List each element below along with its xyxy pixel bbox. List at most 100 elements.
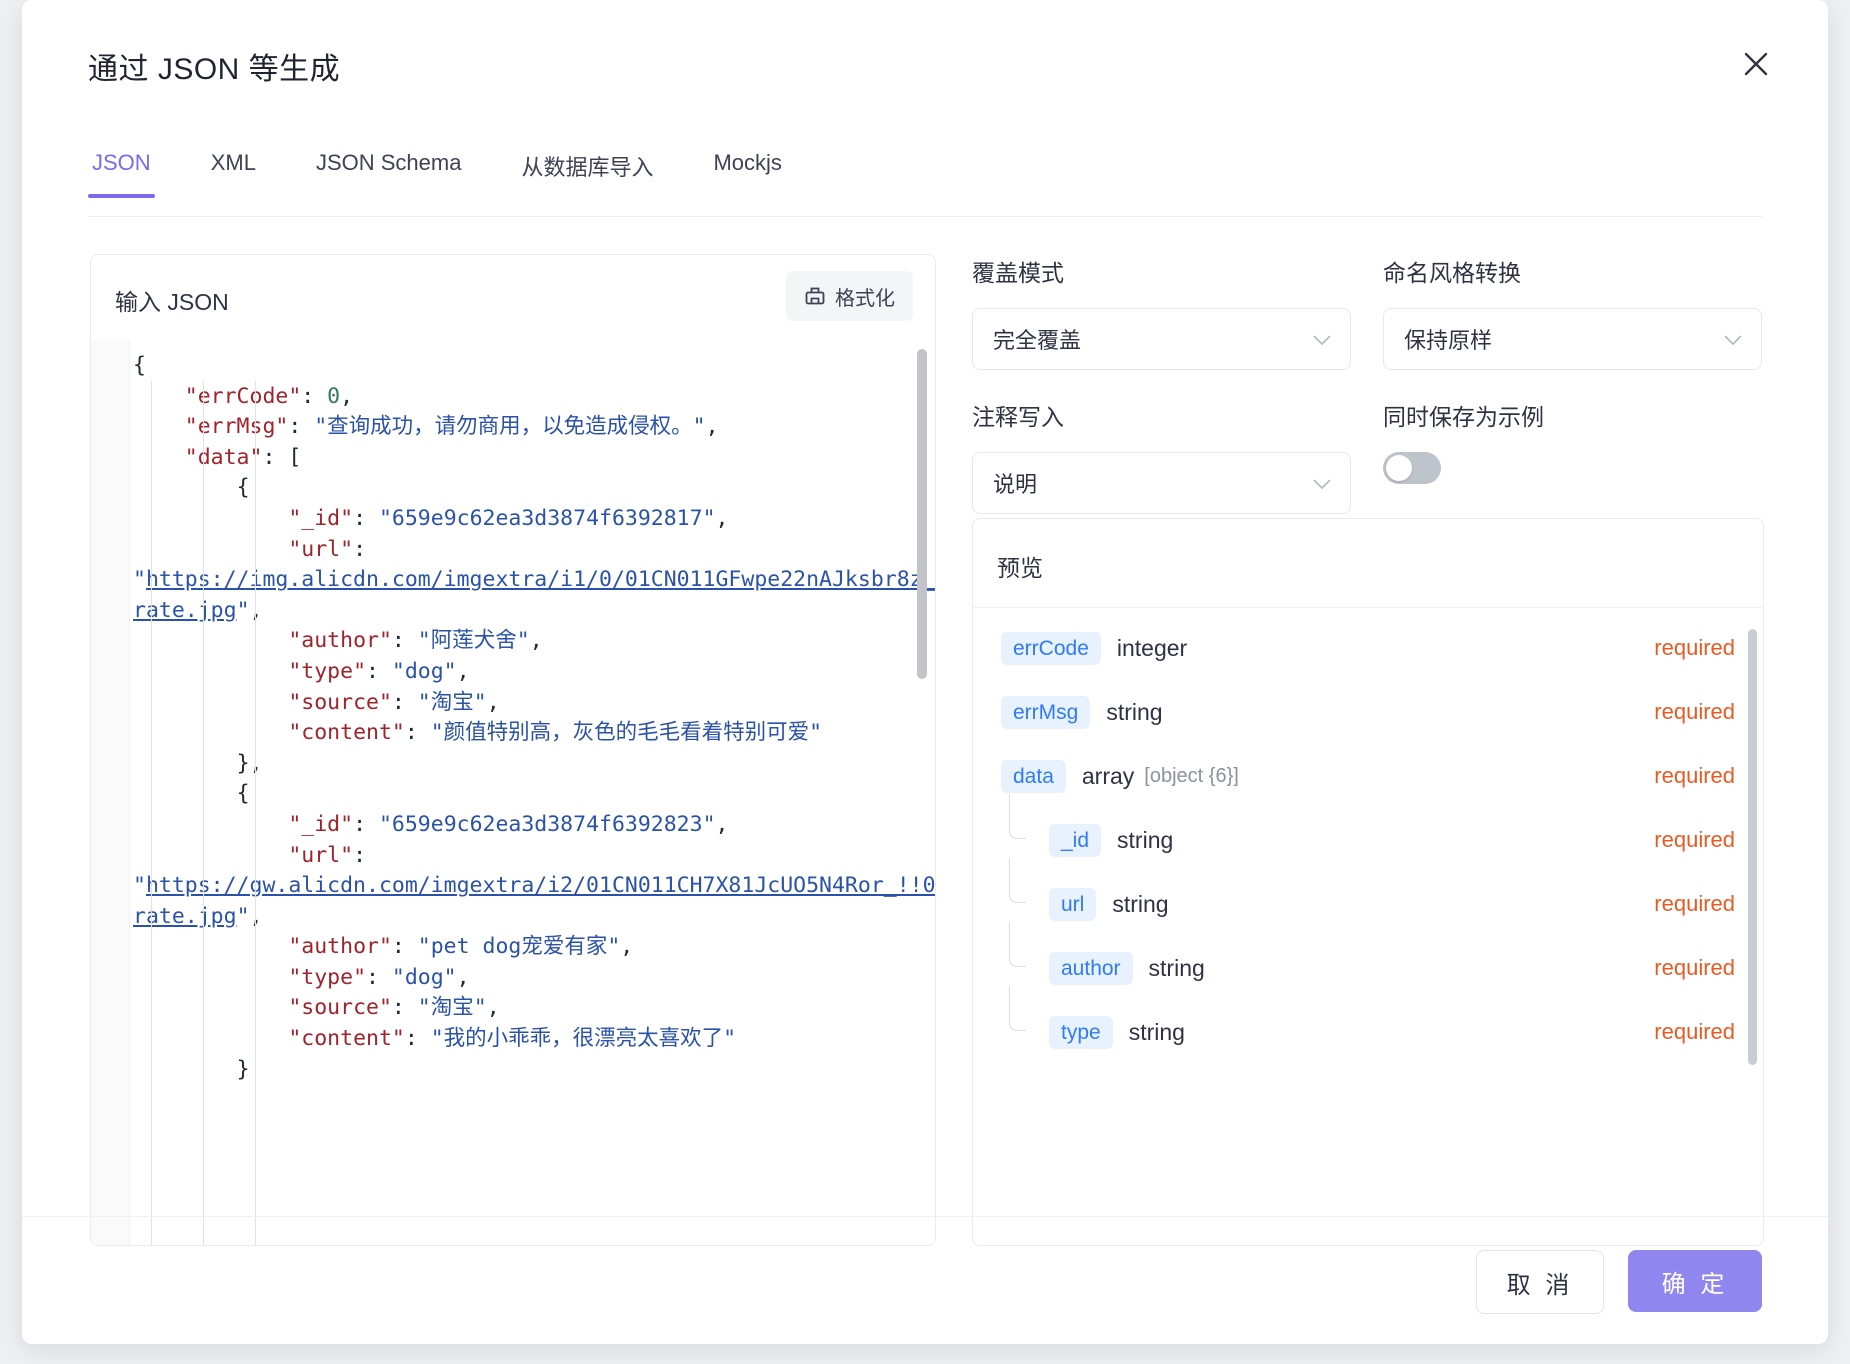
json-code-editor[interactable]: { "errCode": 0, "errMsg": "查询成功，请勿商用，以免造…: [91, 341, 935, 1245]
code-token: ,: [715, 811, 729, 837]
tab-xml[interactable]: XML: [207, 150, 260, 198]
indent-guide: [203, 381, 204, 1245]
schema-required-badge: required: [1654, 955, 1735, 980]
code-token: "颜值特别高，灰色的毛毛看着特别可爱": [430, 720, 823, 746]
code-scrollbar-thumb[interactable]: [917, 349, 927, 679]
indent-guide: [255, 381, 256, 1245]
chevron-down-icon: [1312, 326, 1332, 352]
schema-field-type: string: [1112, 890, 1169, 917]
code-token: "source": [288, 689, 392, 715]
code-token: :: [391, 934, 418, 960]
overwrite-mode-value: 完全覆盖: [993, 328, 1082, 353]
code-token: ,: [705, 414, 719, 440]
json-input-label: 输入 JSON: [115, 289, 229, 315]
code-token: "淘宝": [417, 995, 487, 1021]
json-input-card: 输入 JSON 格式化 { "errCode": 0, "errMsg": "查…: [90, 254, 936, 1246]
code-content[interactable]: { "errCode": 0, "errMsg": "查询成功，请勿商用，以免造…: [129, 341, 935, 1245]
code-token: ,: [456, 964, 470, 990]
code-token: "_id": [288, 505, 354, 531]
comment-write-select[interactable]: 说明: [972, 452, 1351, 514]
code-token: }: [236, 1056, 250, 1082]
code-token: ,: [456, 658, 470, 684]
schema-field-name: url: [1049, 887, 1097, 921]
save-as-example-toggle[interactable]: [1383, 452, 1441, 484]
tree-connector-icon: [1001, 986, 1049, 1064]
schema-row[interactable]: author string required: [973, 922, 1763, 1000]
code-line: "content": "颜值特别高，灰色的毛毛看着特别可爱": [129, 718, 913, 749]
code-token: :: [404, 1026, 431, 1052]
code-token: },: [236, 750, 263, 776]
tab-import-from-database[interactable]: 从数据库导入: [517, 150, 657, 204]
schema-row[interactable]: errCode integer required: [973, 616, 1763, 680]
code-token: "source": [288, 995, 392, 1021]
schema-row[interactable]: data array [object {6}] required: [973, 744, 1763, 808]
preview-scrollbar-thumb[interactable]: [1748, 629, 1757, 1065]
code-token: :: [391, 628, 418, 654]
preview-header: 预览: [973, 519, 1763, 608]
json-input-header: 输入 JSON 格式化: [91, 255, 935, 341]
dialog-title: 通过 JSON 等生成: [88, 53, 341, 86]
code-token: "阿莲犬舍": [417, 628, 530, 654]
code-token: {: [133, 353, 146, 378]
code-token: "content": [288, 1026, 405, 1052]
naming-style-value: 保持原样: [1404, 328, 1493, 353]
tab-mockjs[interactable]: Mockjs: [709, 150, 785, 198]
tab-json-schema[interactable]: JSON Schema: [312, 150, 466, 198]
code-token: ": [133, 567, 146, 593]
schema-row[interactable]: type string required: [973, 986, 1763, 1064]
naming-style-select[interactable]: 保持原样: [1383, 308, 1762, 370]
schema-field-name: data: [1001, 759, 1066, 793]
preview-card: 预览 errCode integer required errMsg string req…: [972, 518, 1764, 1246]
confirm-button[interactable]: 确 定: [1628, 1250, 1762, 1312]
schema-row[interactable]: _id string required: [973, 794, 1763, 872]
code-token: "查询成功，请勿商用，以免造成侵权。": [314, 414, 706, 440]
code-line: "url": "https://gw.alicdn.com/imgextra/i…: [129, 841, 935, 933]
code-scrollbar-track[interactable]: [917, 341, 931, 1245]
code-token: "659e9c62ea3d3874f6392823": [378, 811, 716, 837]
code-token: :: [353, 811, 379, 837]
code-token: {: [236, 781, 250, 807]
format-button[interactable]: 格式化: [786, 271, 913, 321]
code-token: :: [301, 383, 328, 409]
tab-json[interactable]: JSON: [88, 150, 155, 198]
field-comment-write: 注释写入 说明: [972, 398, 1351, 514]
code-line: "errCode": 0,: [129, 382, 913, 413]
schema-field-list[interactable]: errCode integer required errMsg string requir…: [973, 608, 1763, 1245]
cancel-button[interactable]: 取 消: [1476, 1250, 1604, 1314]
dialog-footer: 取 消 确 定: [22, 1216, 1828, 1344]
schema-field-type: integer: [1116, 634, 1188, 661]
toggle-knob: [1386, 455, 1412, 481]
close-icon[interactable]: [1736, 44, 1776, 84]
code-line: {: [129, 473, 913, 504]
code-token: :: [404, 720, 431, 746]
code-token: "url": [288, 536, 354, 562]
schema-required-badge: required: [1654, 827, 1735, 852]
code-line: "_id": "659e9c62ea3d3874f6392823",: [129, 810, 913, 841]
schema-field-type: string: [1106, 698, 1163, 725]
schema-field-type-detail: [object {6}]: [1144, 764, 1239, 787]
schema-row[interactable]: url string required: [973, 858, 1763, 936]
code-line: "content": "我的小乖乖，很漂亮太喜欢了": [129, 1024, 913, 1055]
schema-row[interactable]: errMsg string required: [973, 680, 1763, 744]
code-line: "_id": "659e9c62ea3d3874f6392817",: [129, 504, 913, 535]
code-line: {: [129, 351, 913, 382]
code-line: "author": "pet dog宠爱有家",: [129, 932, 913, 963]
schema-required-badge: required: [1654, 635, 1735, 660]
format-button-label: 格式化: [835, 287, 895, 310]
code-token: "659e9c62ea3d3874f6392817": [378, 505, 716, 531]
code-token: "type": [288, 964, 367, 990]
overwrite-mode-select[interactable]: 完全覆盖: [972, 308, 1351, 370]
save-as-example-label: 同时保存为示例: [1383, 404, 1544, 430]
preview-title: 预览: [997, 555, 1043, 581]
schema-field-name: author: [1049, 951, 1133, 985]
